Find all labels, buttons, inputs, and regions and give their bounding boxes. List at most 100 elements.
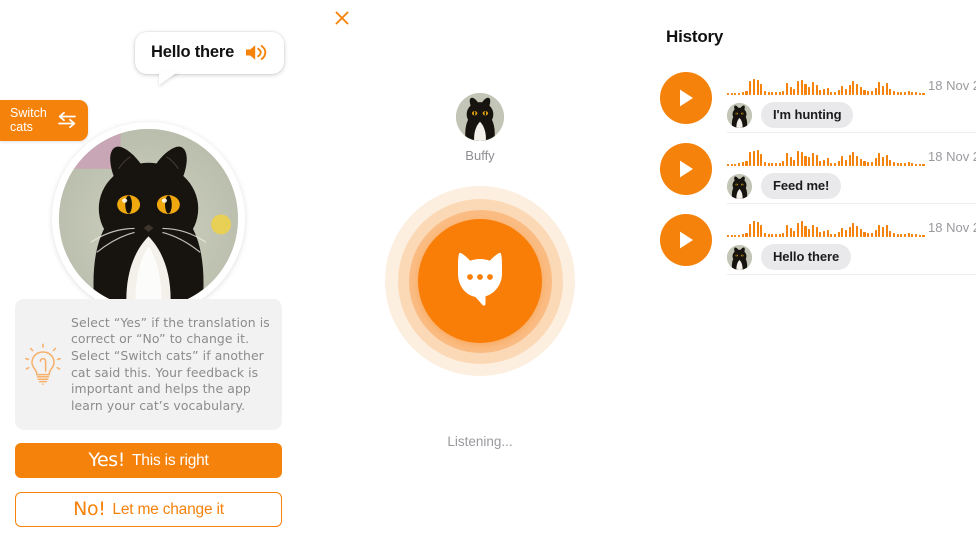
waveform-bar <box>745 91 748 95</box>
waveform-bar <box>767 234 770 237</box>
waveform-bar <box>848 155 851 166</box>
waveform-bar <box>749 152 752 166</box>
waveform-bar <box>900 234 903 237</box>
waveform-bar <box>863 161 866 166</box>
waveform-bar <box>771 92 774 95</box>
waveform-bar <box>915 92 918 95</box>
waveform-bar <box>830 234 833 237</box>
waveform-bar <box>896 234 899 237</box>
waveform-bar <box>756 150 759 166</box>
waveform-bar <box>811 153 814 166</box>
history-row-body: Hello there 18 Nov 2 <box>727 204 976 275</box>
waveform-bar <box>833 163 837 166</box>
waveform-bar <box>771 163 774 166</box>
waveform-bar <box>848 85 851 95</box>
waveform-bar <box>892 91 896 95</box>
history-row-body: I'm hunting 18 Nov 2 <box>727 62 976 133</box>
switch-cats-label-line2: cats <box>10 120 33 134</box>
waveform-bar <box>878 225 881 237</box>
switch-cats-button[interactable]: Switch cats <box>0 100 88 141</box>
waveform-bar <box>797 81 800 95</box>
waveform-bar <box>782 91 785 95</box>
switch-cats-label-line1: Switch <box>10 106 47 120</box>
history-row[interactable]: I'm hunting 18 Nov 2 <box>660 62 976 133</box>
history-message-label: Hello there <box>761 244 852 270</box>
waveform-bar <box>841 86 844 95</box>
waveform-bar <box>881 227 884 237</box>
waveform-bar <box>767 92 770 95</box>
yes-lead-label: Yes! <box>88 448 126 471</box>
waveform-bar <box>852 152 855 166</box>
play-icon[interactable] <box>660 142 712 195</box>
waveform-bar <box>819 90 822 95</box>
waveform-bar <box>815 227 818 237</box>
waveform-bar <box>841 228 844 237</box>
waveform-bar <box>841 156 844 166</box>
waveform-bar <box>734 164 737 166</box>
cat-photo-frame <box>52 122 245 315</box>
waveform-bar <box>786 153 789 166</box>
waveform-bar <box>800 80 803 95</box>
waveform-bar <box>752 221 755 237</box>
no-lead-label: No! <box>73 497 106 520</box>
waveform-bar <box>874 158 877 166</box>
waveform-bar <box>863 232 866 237</box>
waveform-bar <box>870 162 873 166</box>
waveform-bar <box>900 163 903 166</box>
waveform-bar <box>859 229 862 237</box>
waveform-bar <box>889 231 892 237</box>
play-icon[interactable] <box>660 71 712 124</box>
waveform-bar <box>915 234 918 237</box>
translation-speech-bubble: Hello there <box>135 32 285 85</box>
waveform-bar <box>797 151 800 166</box>
listen-record-button[interactable] <box>418 219 542 343</box>
waveform-bar <box>856 84 859 95</box>
translation-text: Hello there <box>151 43 235 61</box>
audio-waveform[interactable] <box>727 215 925 237</box>
play-icon[interactable] <box>660 213 712 266</box>
waveform-bar <box>767 163 770 166</box>
waveform-bar <box>911 163 914 166</box>
history-list: I'm hunting 18 Nov 2 Feed me! 18 Nov 2 H… <box>660 62 976 275</box>
cat-translator-app: Hello there Switch cats Select “Yes” if … <box>0 0 976 549</box>
waveform-bar <box>826 88 829 95</box>
history-cat-avatar <box>727 102 752 128</box>
waveform-bar <box>896 92 899 95</box>
history-row[interactable]: Hello there 18 Nov 2 <box>660 204 976 275</box>
waveform-bar <box>804 156 807 166</box>
waveform-bar <box>907 162 910 166</box>
waveform-bar <box>727 235 730 237</box>
row-divider <box>727 274 976 275</box>
waveform-bar <box>863 90 866 95</box>
waveform-bar <box>745 233 748 237</box>
waveform-bar <box>730 235 733 237</box>
cat-speech-bubble-icon <box>448 250 512 312</box>
confirm-translation-button[interactable]: Yes! This is right <box>15 443 282 478</box>
waveform-bar <box>815 155 818 166</box>
waveform-bar <box>837 161 840 166</box>
waveform-bar <box>774 92 778 95</box>
waveform-bar <box>738 235 741 237</box>
waveform-bar <box>911 234 914 237</box>
history-row[interactable]: Feed me! 18 Nov 2 <box>660 133 976 204</box>
waveform-bar <box>922 164 925 166</box>
history-row-meta: Hello there <box>727 244 852 270</box>
waveform-bar <box>915 164 918 166</box>
speaker-icon[interactable] <box>244 43 268 62</box>
waveform-bar <box>730 93 733 95</box>
waveform-bar <box>763 233 766 237</box>
waveform-bar <box>885 225 888 237</box>
waveform-bar <box>808 229 811 237</box>
active-cat-avatar[interactable] <box>456 93 504 141</box>
reject-translation-button[interactable]: No! Let me change it <box>15 492 282 527</box>
close-icon[interactable] <box>332 8 352 28</box>
waveform-bar <box>856 226 859 237</box>
waveform-bar <box>819 232 822 237</box>
audio-waveform[interactable] <box>727 73 925 95</box>
waveform-bar <box>874 88 877 95</box>
waveform-bar <box>730 164 733 166</box>
waveform-bar <box>822 231 825 237</box>
audio-waveform[interactable] <box>727 144 925 166</box>
waveform-bar <box>811 82 814 95</box>
waveform-bar <box>793 160 796 166</box>
